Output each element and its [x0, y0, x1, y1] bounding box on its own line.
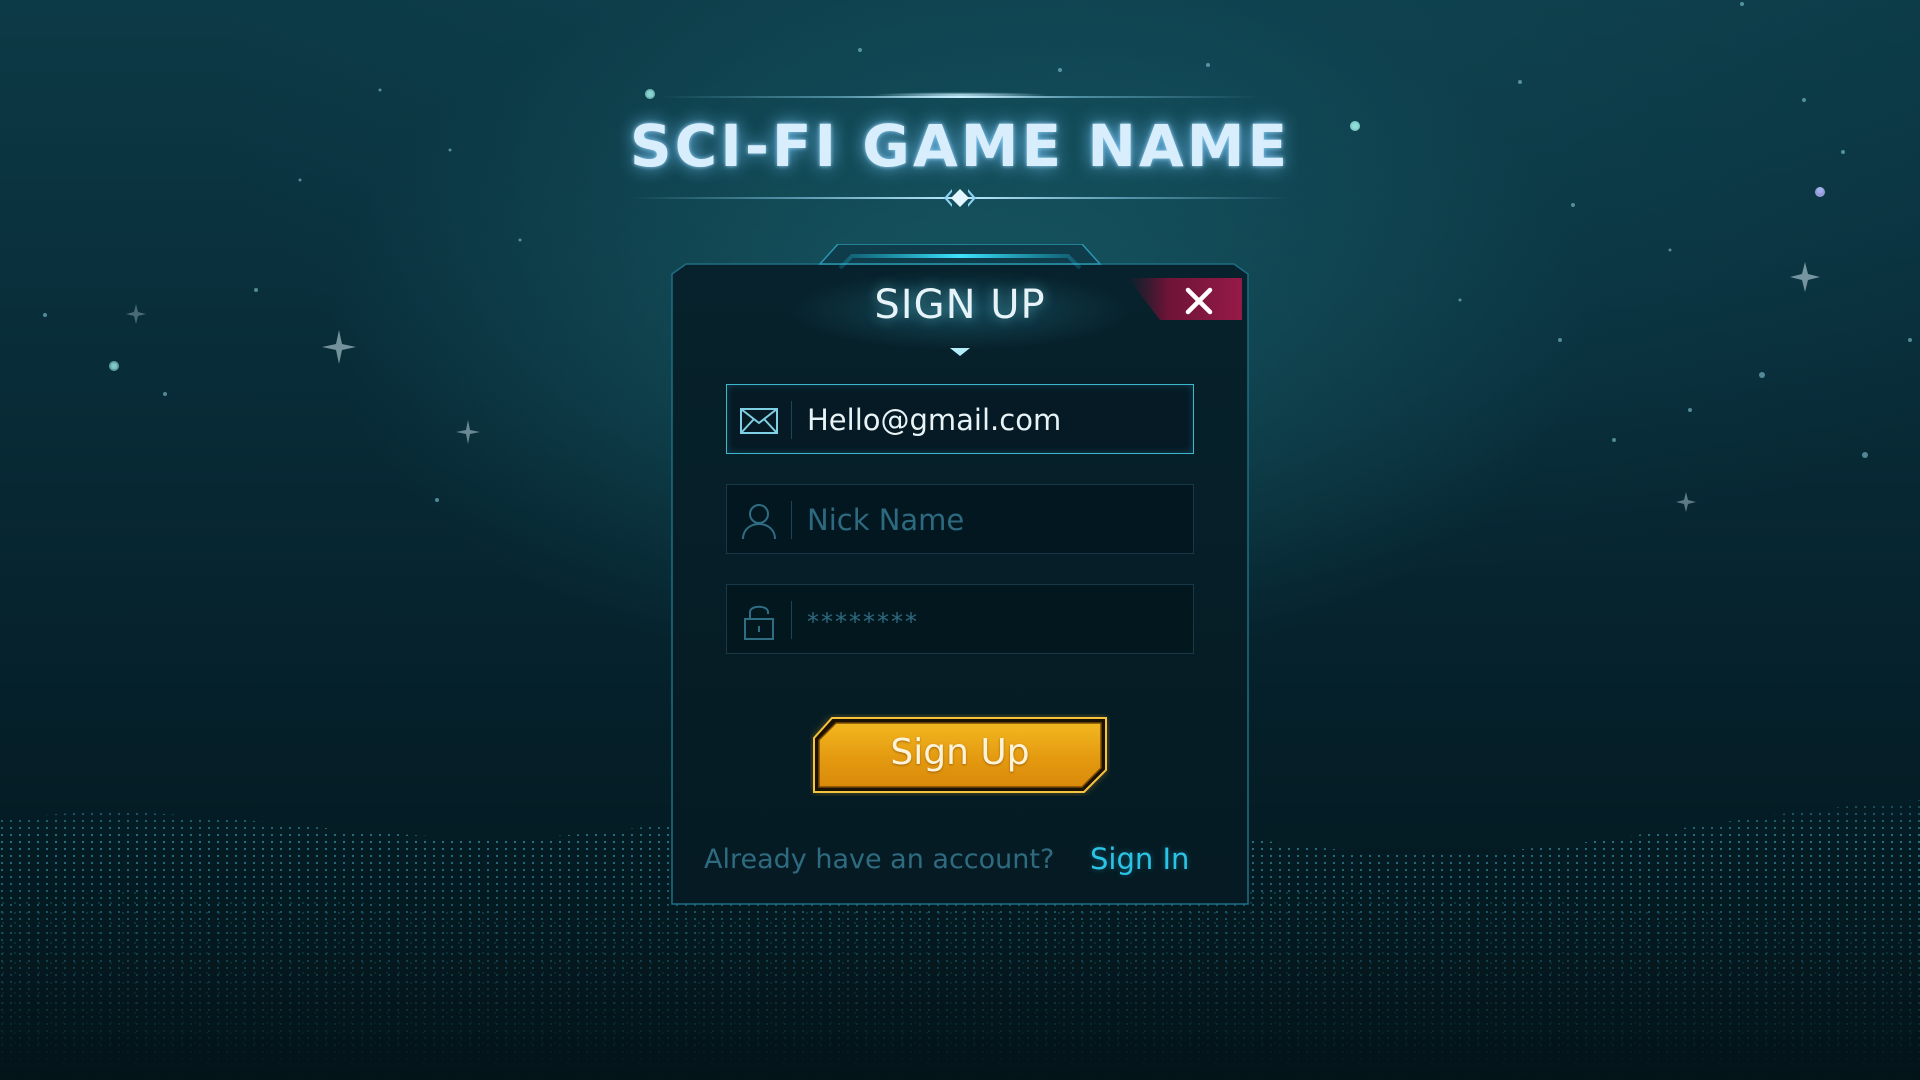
nickname-input[interactable]: [807, 495, 1177, 545]
title-top-glow: [870, 92, 1050, 98]
diamond-ornament-icon: [944, 189, 976, 207]
email-field[interactable]: [726, 384, 1194, 454]
game-title-banner: SCI-FI GAME NAME: [620, 86, 1300, 216]
signup-dialog: SIGN UP Hello@gmail.com Nick Name Sign U…: [670, 244, 1250, 906]
password-input[interactable]: [807, 595, 1177, 645]
already-have-account-text: Already have an account?: [704, 844, 1055, 875]
sign-up-button[interactable]: Sign Up: [810, 714, 1110, 796]
nickname-field[interactable]: [726, 484, 1194, 554]
field-separator: [791, 601, 792, 639]
game-title: SCI-FI GAME NAME: [629, 112, 1291, 180]
password-field[interactable]: [726, 584, 1194, 654]
dialog-frame: [671, 244, 1249, 905]
close-icon[interactable]: [1184, 286, 1214, 316]
email-input[interactable]: [807, 395, 1177, 445]
sign-up-button-label: Sign Up: [890, 732, 1030, 773]
lock-icon: [744, 605, 774, 640]
envelope-icon: [740, 408, 778, 434]
user-icon: [742, 504, 776, 540]
sign-in-link[interactable]: Sign In: [1090, 842, 1189, 876]
field-separator: [791, 401, 792, 439]
game-screen: SCI-FI GAME NAME SIGN UP Hello@gmail.com…: [0, 0, 1920, 1080]
field-separator: [791, 501, 792, 539]
